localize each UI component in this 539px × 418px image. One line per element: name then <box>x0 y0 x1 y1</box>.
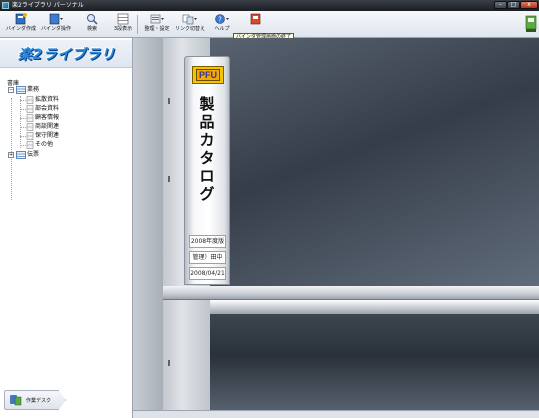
link-switch-icon <box>182 14 197 25</box>
binder-title: 製品カタログ <box>199 95 215 203</box>
sidebar: 楽2ライブラリ 書庫 − 業務 拡散資料 部会資料 顧客情報 商談関連 保守関連… <box>0 38 133 418</box>
svg-text:?: ? <box>218 16 222 24</box>
shelf-back-lower <box>210 314 539 418</box>
binder-create-icon <box>15 13 27 25</box>
binder-manager-label: 管理）田中 <box>189 251 226 264</box>
three-row-view-button[interactable]: 3段表示 <box>111 13 135 36</box>
search-icon <box>87 14 98 25</box>
tree-item-hoshu[interactable]: 保守関連 <box>20 132 110 140</box>
tree-item-denpyo[interactable]: + 伝票 <box>8 151 98 159</box>
cabinet-icon <box>26 105 34 113</box>
shelf-board <box>163 286 539 300</box>
binder-ops-button[interactable]: バインダ操作 <box>38 13 74 36</box>
tree-item-label: 業務 <box>27 86 40 93</box>
cabinet-icon <box>26 114 34 122</box>
search-label: 検索 <box>86 26 97 32</box>
binder-logo-text: PFU <box>196 69 220 81</box>
tree-item-bukai[interactable]: 部会資料 <box>20 105 110 113</box>
tree-item-label: 商談関連 <box>35 123 60 130</box>
help-button[interactable]: ? ヘルプ <box>211 13 233 36</box>
tree-item-label: 顧客情報 <box>35 114 60 121</box>
shelf-icon <box>16 86 26 94</box>
shelf-back-upper <box>210 38 539 286</box>
window-title: 楽2ライブラリ パーソナル <box>12 2 84 9</box>
cabinet-icon <box>26 141 34 149</box>
title-bar: 楽2ライブラリ パーソナル – □ x <box>0 0 539 11</box>
binder-logo: PFU <box>192 66 224 84</box>
help-label: ヘルプ <box>214 26 230 32</box>
shelf-peg <box>168 360 170 366</box>
tree-item-shodan[interactable]: 商談関連 <box>20 123 110 131</box>
collapse-icon[interactable]: − <box>8 87 14 93</box>
binder-ops-icon <box>49 13 63 25</box>
tree-item-label: 伝票 <box>27 151 40 158</box>
organize-settings-icon <box>150 14 164 24</box>
binder-manager-exit-icon <box>250 13 261 25</box>
cabinet-icon <box>26 132 34 140</box>
link-switch-label: リンク切替え <box>174 26 205 32</box>
organize-settings-button[interactable]: 整理・設定 <box>141 13 173 36</box>
three-row-view-label: 3段表示 <box>113 26 133 32</box>
tree-item-label: その他 <box>35 141 54 148</box>
shelf-shadow <box>210 300 539 314</box>
tree-item-sonota[interactable]: その他 <box>20 141 110 149</box>
close-button[interactable]: x <box>520 1 538 9</box>
tree-item-label: 保守関連 <box>35 132 60 139</box>
shelf-left-wall <box>133 38 163 418</box>
expand-icon[interactable]: + <box>8 152 14 158</box>
bookshelf-view: PFU 製品カタログ 2008年度版 管理）田中 2008/04/21 <box>133 38 539 418</box>
horizontal-scrollbar[interactable] <box>133 410 539 418</box>
binder-create-label: バインダ作成 <box>5 26 36 32</box>
cabinet-icon <box>26 96 34 104</box>
shelf-peg <box>168 98 170 104</box>
binder-year-label: 2008年度版 <box>189 235 226 248</box>
link-switch-button[interactable]: リンク切替え <box>172 13 208 36</box>
tree-item-label: 部会資料 <box>35 105 60 112</box>
tree-connector <box>11 98 12 200</box>
maximize-button[interactable]: □ <box>507 1 520 9</box>
tree-item-gyomu[interactable]: − 業務 <box>8 86 98 94</box>
help-icon: ? <box>215 14 229 24</box>
tree-item-label: 拡散資料 <box>35 96 60 103</box>
toolbar: バインダ作成 バインダ操作 検索 3段表示 整理・設定 リンク切替え ? ヘルプ… <box>0 11 539 41</box>
organize-settings-label: 整理・設定 <box>144 26 170 32</box>
cabinet-icon <box>26 123 34 131</box>
work-desk-label: 作業デスク <box>26 398 52 404</box>
app-logo: 楽2ライブラリ <box>0 40 132 68</box>
binder-create-button[interactable]: バインダ作成 <box>3 13 39 36</box>
three-row-view-icon <box>117 13 129 25</box>
minimize-button[interactable]: – <box>494 1 507 9</box>
binder-ops-label: バインダ操作 <box>40 26 71 32</box>
work-desk-button[interactable]: 作業デスク <box>4 390 66 410</box>
tree-item-kokyaku[interactable]: 顧客情報 <box>20 114 110 122</box>
binder-date-label: 2008/04/21 <box>189 267 226 280</box>
app-icon <box>2 2 9 9</box>
work-desk-icon <box>10 395 22 406</box>
app-logo-text: 楽2ライブラリ <box>18 47 116 63</box>
shelf-icon <box>16 151 26 159</box>
shelf-peg <box>168 176 170 182</box>
binder-product-catalog[interactable]: PFU 製品カタログ 2008年度版 管理）田中 2008/04/21 <box>184 56 230 285</box>
search-button[interactable]: 検索 <box>82 13 102 36</box>
desk-shortcut-icon[interactable] <box>525 15 537 33</box>
tree-item-kakusan[interactable]: 拡散資料 <box>20 96 110 104</box>
toolbar-separator <box>137 15 138 34</box>
